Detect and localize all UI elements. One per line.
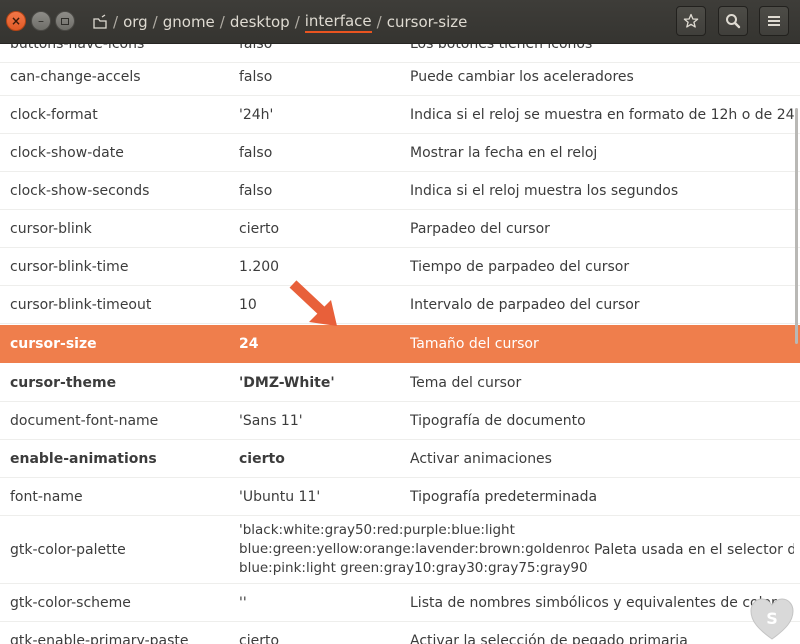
minimize-window-button[interactable]: –	[31, 11, 51, 31]
list-row[interactable]: enable-animations cierto Activar animaci…	[0, 440, 800, 478]
key-value: falso	[239, 144, 273, 161]
scrollbar[interactable]	[795, 108, 798, 344]
key-description: Tipografía predeterminada	[410, 488, 598, 505]
path-separator: /	[113, 13, 119, 31]
key-name: document-font-name	[10, 412, 159, 429]
list-row[interactable]: cursor-theme 'DMZ-White' Tema del cursor	[0, 364, 800, 402]
key-name: gtk-color-scheme	[10, 594, 131, 611]
key-name: gtk-color-palette	[10, 541, 126, 558]
path-segment-cursor-size[interactable]: cursor-size	[387, 13, 468, 31]
key-name: cursor-size	[10, 335, 97, 352]
key-value: cierto	[239, 220, 280, 237]
key-description: Intervalo de parpadeo del cursor	[410, 296, 640, 313]
list-row-selected[interactable]: cursor-size 24 Tamaño del cursor	[0, 325, 800, 363]
search-icon	[726, 14, 741, 29]
settings-list: buttons-have-icons falso Los botones tie…	[0, 44, 800, 644]
path-segment-org[interactable]: org	[123, 13, 148, 31]
key-description: Tipografía de documento	[410, 412, 586, 429]
key-value: 'DMZ-White'	[239, 374, 335, 391]
star-icon	[683, 13, 699, 28]
search-button[interactable]	[718, 6, 748, 36]
list-row[interactable]: clock-format '24h' Indica si el reloj se…	[0, 96, 800, 134]
key-value: falso	[239, 68, 273, 85]
menu-button[interactable]	[759, 6, 789, 36]
annotation-arrow-icon	[289, 280, 337, 326]
minimize-icon: –	[38, 14, 44, 28]
svg-text:S: S	[766, 609, 778, 628]
key-description: Mostrar la fecha en el reloj	[410, 144, 598, 161]
key-description: Paleta usada en el selector de color	[594, 541, 794, 558]
key-description: Lista de nombres simbólicos y equivalent…	[410, 594, 777, 611]
list-row[interactable]: clock-show-date falso Mostrar la fecha e…	[0, 134, 800, 172]
list-row[interactable]: cursor-blink-time 1.200 Tiempo de parpad…	[0, 248, 800, 286]
list-row[interactable]: can-change-accels falso Puede cambiar lo…	[0, 58, 800, 96]
list-row[interactable]: gtk-color-palette 'black:white:gray50:re…	[0, 516, 800, 584]
watermark-logo-icon: S	[750, 598, 794, 640]
close-window-button[interactable]: ×	[6, 11, 26, 31]
key-value: ''	[239, 594, 247, 611]
key-name: clock-show-date	[10, 144, 124, 161]
key-name: can-change-accels	[10, 68, 141, 85]
maximize-icon	[61, 17, 69, 25]
key-description: Indica si el reloj muestra los segundos	[410, 182, 679, 199]
key-value: 'Ubuntu 11'	[239, 488, 321, 505]
list-row[interactable]: gtk-enable-primary-paste cierto Activar …	[0, 622, 800, 644]
list-row[interactable]: cursor-blink cierto Parpadeo del cursor	[0, 210, 800, 248]
key-description: Activar animaciones	[410, 450, 552, 467]
hamburger-menu-icon	[768, 16, 780, 26]
key-description: Tema del cursor	[410, 374, 522, 391]
key-name: clock-format	[10, 106, 98, 123]
list-row[interactable]: document-font-name 'Sans 11' Tipografía …	[0, 402, 800, 440]
path-breadcrumb: / org / gnome / desktop / interface / cu…	[92, 11, 467, 33]
key-name: enable-animations	[10, 450, 157, 467]
key-description: Tamaño del cursor	[410, 335, 539, 352]
key-value: '24h'	[239, 106, 274, 123]
key-name: gtk-enable-primary-paste	[10, 632, 189, 644]
key-name: cursor-blink	[10, 220, 92, 237]
key-name: font-name	[10, 488, 83, 505]
key-name: cursor-blink-time	[10, 258, 129, 275]
key-name: cursor-blink-timeout	[10, 296, 152, 313]
path-segment-gnome[interactable]: gnome	[163, 13, 215, 31]
key-description: Parpadeo del cursor	[410, 220, 550, 237]
maximize-window-button[interactable]	[55, 11, 75, 31]
header-bar: × – / org / gnome / desktop / interface …	[0, 0, 800, 44]
folder-icon	[93, 14, 107, 29]
list-row[interactable]: cursor-blink-timeout 10 Intervalo de par…	[0, 286, 800, 324]
key-description: Puede cambiar los aceleradores	[410, 68, 634, 85]
key-description: Indica si el reloj se muestra en formato…	[410, 106, 795, 123]
close-icon: ×	[10, 14, 22, 28]
path-separator: /	[152, 13, 158, 31]
key-description: Tiempo de parpadeo del cursor	[410, 258, 630, 275]
path-separator: /	[376, 13, 382, 31]
key-name: clock-show-seconds	[10, 182, 150, 199]
key-description: Activar la selección de pegado primaria	[410, 632, 688, 644]
bookmark-button[interactable]	[676, 6, 706, 36]
key-value: cierto	[239, 632, 280, 644]
key-name: cursor-theme	[10, 374, 117, 391]
key-value: 'black:white:gray50:red:purple:blue:ligh…	[239, 522, 589, 576]
key-value: cierto	[239, 450, 285, 467]
path-separator: /	[294, 13, 300, 31]
list-row[interactable]: gtk-color-scheme '' Lista de nombres sim…	[0, 584, 800, 622]
list-row[interactable]: clock-show-seconds falso Indica si el re…	[0, 172, 800, 210]
path-segment-desktop[interactable]: desktop	[230, 13, 290, 31]
list-row[interactable]: font-name 'Ubuntu 11' Tipografía predete…	[0, 478, 800, 516]
path-segment-interface[interactable]: interface	[304, 12, 372, 33]
path-separator: /	[219, 13, 225, 31]
key-value: falso	[239, 182, 273, 199]
key-value: 'Sans 11'	[239, 412, 303, 429]
